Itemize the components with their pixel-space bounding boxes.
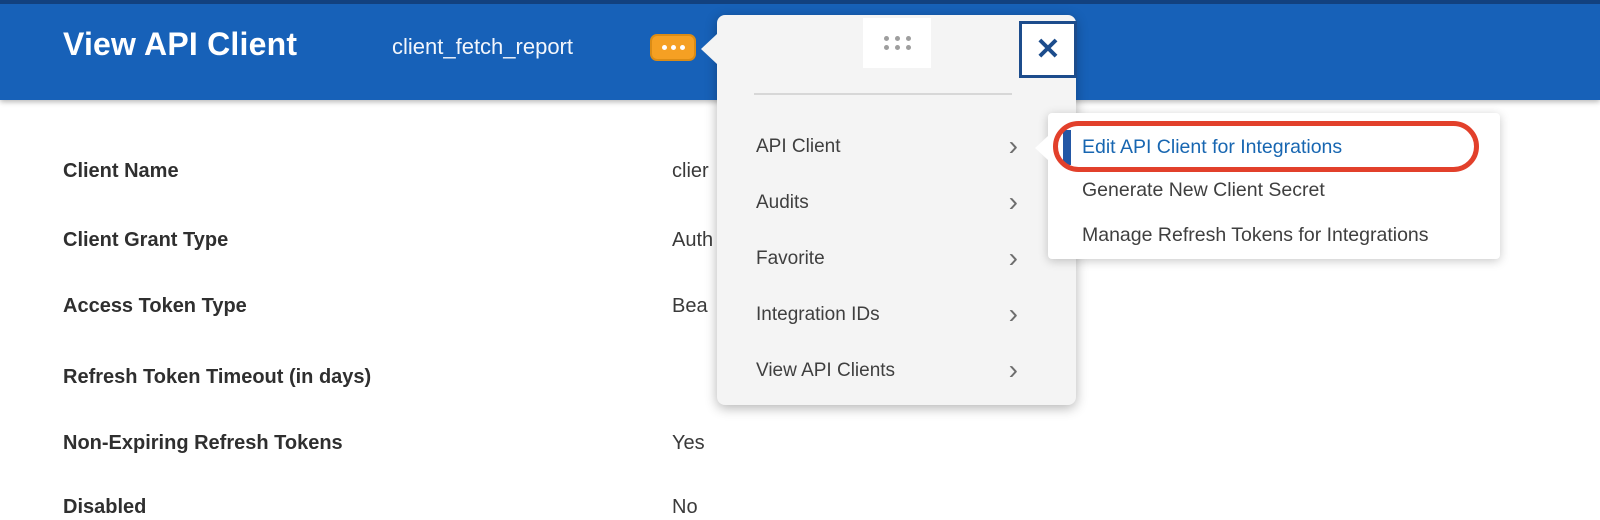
api-client-submenu: Edit API Client for Integrations Generat… (1035, 113, 1500, 259)
field-value: No (672, 496, 698, 518)
chevron-right-icon: › (1008, 241, 1018, 273)
related-actions-button[interactable] (650, 34, 696, 61)
chevron-right-icon: › (1008, 353, 1018, 385)
ellipsis-icon (661, 45, 667, 50)
field-value: Auth (672, 229, 714, 251)
menu-item-view-api-clients[interactable]: View API Clients › (717, 343, 1076, 399)
field-row: Non-Expiring Refresh Tokens Yes (0, 430, 1600, 456)
object-instance-label: client_fetch_report (392, 34, 573, 59)
menu-divider (754, 93, 1012, 95)
view-api-client-page: View API Client client_fetch_report Clie… (0, 0, 1600, 520)
chevron-right-icon: › (1008, 185, 1018, 217)
ellipsis-icon (670, 45, 676, 50)
submenu-pointer-arrow (1035, 136, 1048, 160)
menu-item-list: API Client › Audits › Favorite › Integra… (717, 119, 1076, 399)
close-icon: ✕ (1035, 32, 1061, 66)
field-value: Yes (672, 432, 705, 454)
field-label: Non-Expiring Refresh Tokens (63, 432, 343, 454)
drag-handle[interactable] (863, 18, 931, 68)
submenu-item-generate-new-client-secret[interactable]: Generate New Client Secret (1048, 168, 1500, 212)
submenu-item-edit-api-client[interactable]: Edit API Client for Integrations (1048, 125, 1500, 169)
menu-item-api-client[interactable]: API Client › (717, 119, 1076, 175)
submenu-item-manage-refresh-tokens[interactable]: Manage Refresh Tokens for Integrations (1048, 213, 1500, 257)
menu-item-favorite[interactable]: Favorite › (717, 231, 1076, 287)
selected-indicator-bar (1063, 130, 1071, 165)
field-row: Disabled No (0, 494, 1600, 520)
menu-item-audits[interactable]: Audits › (717, 175, 1076, 231)
field-label: Client Name (63, 160, 179, 182)
related-actions-menu: ✕ API Client › Audits › Favorite › Integ… (701, 15, 1077, 405)
menu-pointer-arrow (701, 34, 717, 64)
close-button[interactable]: ✕ (1019, 21, 1077, 78)
field-value: clier (672, 160, 709, 182)
field-label: Access Token Type (63, 295, 247, 317)
ellipsis-icon (679, 45, 685, 50)
menu-item-integration-ids[interactable]: Integration IDs › (717, 287, 1076, 343)
top-border (0, 0, 1600, 4)
field-value: Bea (672, 295, 708, 317)
field-label: Disabled (63, 496, 147, 518)
chevron-right-icon: › (1008, 297, 1018, 329)
field-label: Client Grant Type (63, 229, 229, 251)
chevron-right-icon: › (1008, 129, 1018, 161)
field-label: Refresh Token Timeout (in days) (63, 366, 372, 388)
page-title: View API Client (63, 26, 298, 62)
drag-handle-icon (883, 36, 911, 50)
